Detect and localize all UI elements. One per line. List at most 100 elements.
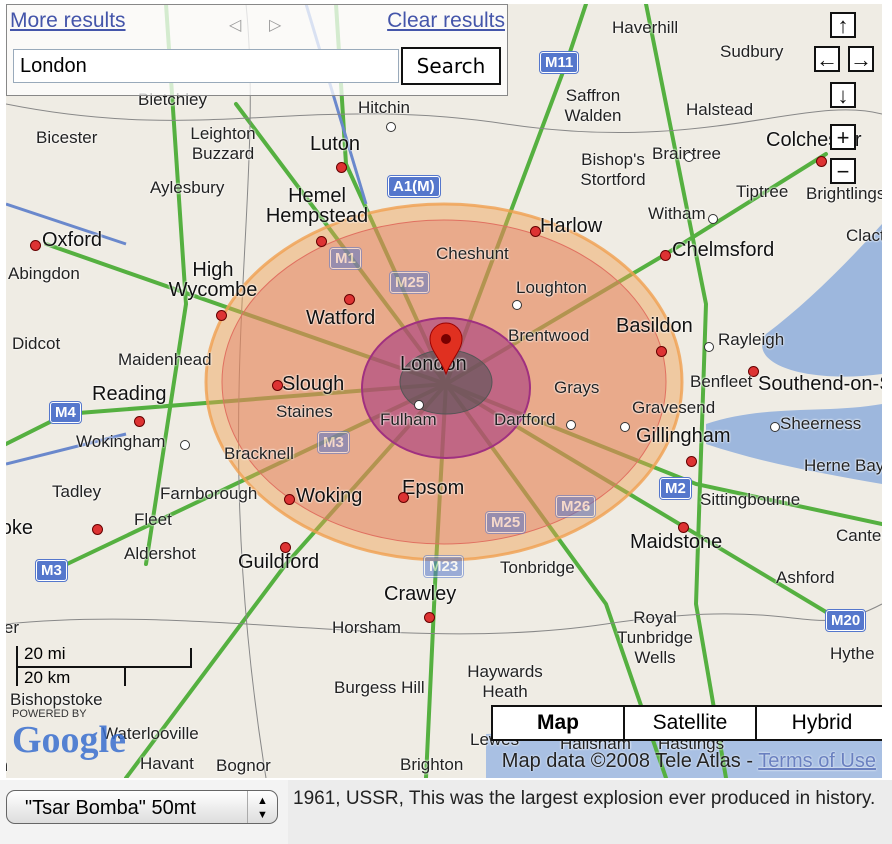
town-label: Staines — [276, 402, 333, 421]
town-marker-icon — [770, 422, 780, 432]
search-panel: More results ◁ ▷ Clear results Search — [6, 4, 508, 96]
town-marker-icon — [684, 152, 694, 162]
town-label: Gillingham — [636, 425, 731, 447]
zoom-out-button[interactable]: − — [830, 158, 856, 184]
town-label: Gravesend — [632, 398, 716, 417]
town-label: Clacton — [846, 226, 882, 245]
town-label: High Wycombe — [168, 259, 258, 301]
next-result-icon[interactable]: ▷ — [269, 15, 281, 35]
town-label: Sittingbourne — [700, 490, 801, 509]
town-marker-icon — [216, 310, 227, 321]
town-label: Grays — [554, 378, 600, 397]
town-label: Guildford — [238, 551, 320, 573]
pan-down-button[interactable]: ↓ — [830, 82, 856, 108]
bottom-panel: "Tsar Bomba" 50mt ▲ ▼ 1961, USSR, This wa… — [0, 780, 892, 844]
pan-left-button[interactable]: ← — [814, 46, 840, 72]
town-marker-icon — [816, 156, 827, 167]
town-marker-icon — [280, 542, 291, 553]
motorway-shield: M3 — [317, 431, 350, 454]
town-marker-icon — [656, 346, 667, 357]
town-label: Bishopstoke — [10, 690, 103, 709]
town-marker-icon — [660, 250, 671, 261]
map-type-hybrid-button[interactable]: Hybrid — [755, 707, 882, 739]
zoom-in-button[interactable]: + — [830, 124, 856, 150]
google-logo[interactable]: POWERED BY Google — [12, 708, 126, 760]
town-label: Hitchin — [358, 98, 410, 117]
town-label: Canterbury — [836, 526, 882, 545]
motorway-shield: M3 — [35, 559, 68, 582]
motorway-shield: M23 — [422, 555, 465, 578]
map-type-satellite-button[interactable]: Satellite — [623, 707, 755, 739]
scale-km: 20 km — [24, 668, 71, 687]
pan-up-button[interactable]: ↑ — [830, 12, 856, 38]
town-marker-icon — [180, 440, 190, 450]
town-label: Luton — [310, 133, 361, 155]
town-label: Dartford — [494, 410, 556, 429]
town-marker-icon — [530, 226, 541, 237]
town-label: Basildon — [616, 315, 693, 337]
town-label: Abingdon — [8, 264, 80, 283]
motorway-shield: M2 — [659, 477, 692, 500]
town-label: Herne Bay — [804, 456, 882, 475]
town-marker-icon — [134, 416, 145, 427]
town-marker-icon — [386, 122, 396, 132]
town-label: Horsham — [332, 618, 401, 637]
pan-right-button[interactable]: → — [848, 46, 874, 72]
town-label: Aylesbury — [150, 178, 225, 197]
town-label: Brighton — [400, 755, 464, 774]
town-label: Chelmsford — [672, 239, 775, 261]
town-label: Fareham — [6, 756, 8, 776]
select-stepper-icon: ▲ ▼ — [247, 791, 277, 823]
town-marker-icon — [344, 294, 355, 305]
map-type-control: Map Satellite Hybrid — [491, 705, 882, 741]
town-label: Farnborough — [160, 484, 258, 503]
town-marker-icon — [620, 422, 630, 432]
more-results-link[interactable]: More results — [10, 9, 126, 33]
town-label: Fulham — [380, 410, 437, 429]
town-label: Harlow — [540, 215, 603, 237]
town-marker-icon — [678, 522, 689, 533]
town-label: Woking — [296, 485, 363, 507]
weapon-select[interactable]: "Tsar Bomba" 50mt ▲ ▼ — [6, 790, 278, 824]
town-marker-icon — [708, 214, 718, 224]
map-type-map-button[interactable]: Map — [493, 707, 623, 739]
town-label: Didcot — [12, 334, 61, 353]
town-label: Wokingham — [76, 432, 166, 451]
map-canvas[interactable]: Haverhill Sudbury Saffron Walden Halstead Bl… — [6, 4, 882, 778]
motorway-shield: M25 — [484, 511, 527, 534]
scale-bar: 20 mi 20 km — [16, 644, 192, 688]
motorway-shield: M1 — [329, 247, 362, 270]
previous-result-icon[interactable]: ◁ — [229, 15, 241, 35]
weapon-description: 1961, USSR, This was the largest explosi… — [288, 780, 892, 844]
town-label: Bognor — [216, 756, 271, 775]
town-label: Royal Tunbridge Wells — [617, 608, 693, 667]
town-label: Loughton — [516, 278, 587, 297]
town-label: Burgess Hill — [334, 678, 425, 697]
google-logo-text: Google — [12, 719, 126, 761]
weapon-select-value: "Tsar Bomba" 50mt — [25, 797, 196, 819]
town-marker-icon — [398, 492, 409, 503]
town-label: Maidenhead — [118, 350, 212, 369]
town-label: Bracknell — [224, 444, 294, 463]
town-label: Cheshunt — [436, 244, 509, 263]
town-label: Hythe — [830, 644, 875, 663]
motorway-shield: M4 — [49, 401, 82, 424]
terms-of-use-link[interactable]: Terms of Use — [758, 750, 876, 772]
town-label: Leighton Buzzard — [190, 124, 256, 163]
town-marker-icon — [512, 300, 522, 310]
town-marker-icon — [566, 420, 576, 430]
town-label: Epsom — [402, 477, 465, 499]
clear-results-link[interactable]: Clear results — [387, 9, 505, 33]
town-label: Tadley — [52, 482, 102, 501]
town-label: Winchester — [6, 618, 20, 637]
search-button[interactable]: Search — [401, 47, 501, 85]
town-label: Benfleet — [690, 372, 753, 391]
town-label: Havant — [140, 754, 194, 773]
town-label: Watford — [306, 307, 376, 329]
town-label: Oxford — [42, 229, 103, 251]
search-input[interactable] — [13, 49, 399, 83]
location-marker-icon[interactable] — [428, 322, 464, 376]
town-label: Ashford — [776, 568, 835, 587]
town-label: Hemel Hempstead — [265, 185, 369, 227]
attribution: Map data ©2008 Tele Atlas - Terms of Use — [502, 750, 876, 773]
